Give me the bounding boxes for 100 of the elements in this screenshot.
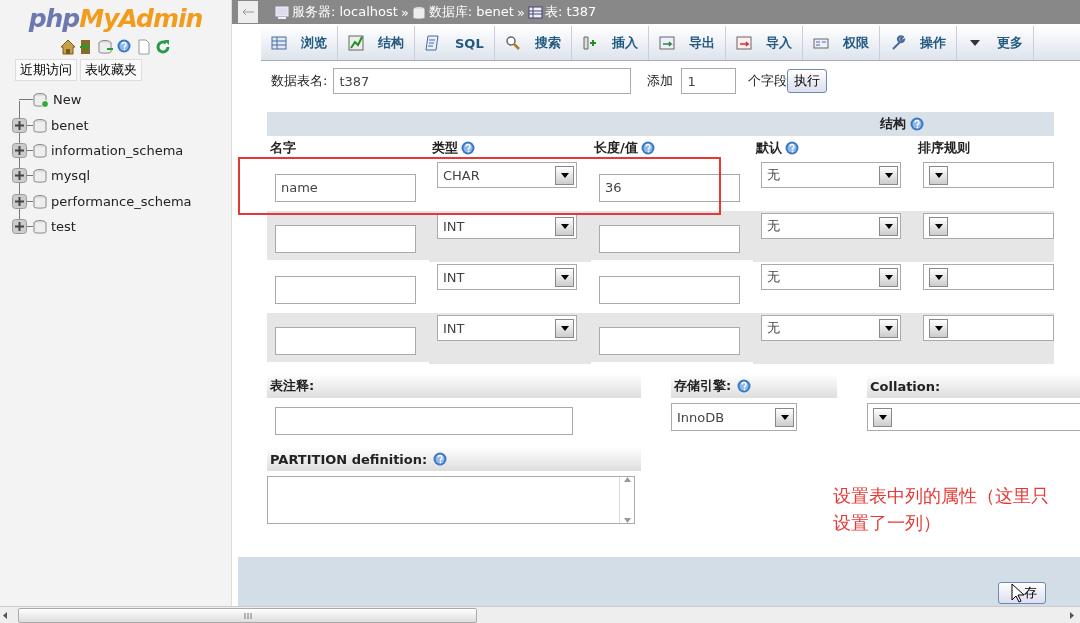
search-icon xyxy=(504,35,521,51)
database-icon xyxy=(33,193,47,209)
nav-tab[interactable]: 插入 xyxy=(571,26,649,60)
database-icon xyxy=(33,117,47,133)
length-field[interactable] xyxy=(599,275,740,304)
insert-icon xyxy=(581,35,598,51)
column-name-field[interactable]: name xyxy=(275,173,416,202)
refresh-icon xyxy=(155,39,171,55)
caret-icon xyxy=(878,414,887,420)
column-header: 类型 xyxy=(432,139,458,157)
caret-icon xyxy=(884,274,893,280)
cursor-icon xyxy=(1011,583,1025,603)
database-icon xyxy=(98,39,114,55)
go-button[interactable]: 执行 xyxy=(787,69,828,93)
section-heading: Collation: xyxy=(870,378,941,394)
nav-tab[interactable]: 更多 xyxy=(956,26,1034,60)
import-icon xyxy=(735,35,752,51)
table-name-field[interactable]: t387 xyxy=(333,68,632,94)
length-field[interactable]: 36 xyxy=(599,173,740,202)
column-name-field[interactable] xyxy=(275,326,416,355)
dropdown[interactable]: 无 xyxy=(761,162,901,188)
nav-tab[interactable]: SQL xyxy=(415,26,495,60)
dropdown[interactable]: 无 xyxy=(761,213,901,239)
dropdown[interactable] xyxy=(923,264,1054,290)
dropdown[interactable]: INT xyxy=(437,264,577,290)
dropdown[interactable]: InnoDB xyxy=(671,403,797,431)
sidebar-tab[interactable]: 表收藏夹 xyxy=(80,59,142,81)
column-header: 名字 xyxy=(270,139,296,157)
database-icon xyxy=(33,168,47,184)
nav-tab[interactable]: 搜索 xyxy=(494,26,572,60)
dropdown[interactable]: INT xyxy=(437,315,577,341)
dropdown[interactable]: CHAR xyxy=(437,162,577,188)
caret-icon xyxy=(884,223,893,229)
dropdown[interactable] xyxy=(867,403,1080,431)
nav-tab[interactable]: 结构 xyxy=(338,26,415,60)
dropdown[interactable] xyxy=(923,315,1054,341)
caret-icon xyxy=(560,274,569,280)
caret-icon xyxy=(934,172,943,178)
expand-icon[interactable] xyxy=(12,193,27,209)
expand-icon[interactable] xyxy=(12,142,27,158)
database-name[interactable]: performance_schema xyxy=(51,193,192,209)
scroll-right-arrow-icon[interactable] xyxy=(1069,612,1074,619)
chart-icon xyxy=(348,35,364,51)
database-name[interactable]: test xyxy=(51,219,76,235)
help-icon xyxy=(433,452,448,466)
section-heading: 表注释: xyxy=(270,377,315,395)
length-field[interactable] xyxy=(599,224,740,253)
breadcrumb-link[interactable]: 表: t387 xyxy=(544,3,597,21)
expand-icon[interactable] xyxy=(12,117,27,133)
dropdown[interactable]: 无 xyxy=(761,315,901,341)
database-name[interactable]: New xyxy=(53,92,82,108)
nav-tab[interactable]: 操作 xyxy=(879,26,957,60)
dropdown[interactable]: 无 xyxy=(761,264,901,290)
caret-icon xyxy=(934,223,943,229)
annotation-text: 设置表中列的属性（这里只设置了一列） xyxy=(833,484,1050,535)
logo-text: php xyxy=(28,4,80,33)
caret-icon xyxy=(560,325,569,331)
column-name-field[interactable] xyxy=(275,275,416,304)
expand-icon[interactable] xyxy=(12,219,27,235)
scroll-up-arrow-icon xyxy=(623,477,631,482)
sidebar-tab[interactable]: 近期访问 xyxy=(15,59,77,81)
help-icon xyxy=(117,39,133,55)
expand-icon[interactable] xyxy=(12,168,27,184)
database-name[interactable]: mysql xyxy=(51,168,90,184)
dropdown[interactable]: INT xyxy=(437,213,577,239)
database-name[interactable]: information_schema xyxy=(51,142,184,158)
partition-text-area[interactable] xyxy=(267,476,635,524)
nav-tab[interactable]: 浏览 xyxy=(261,26,338,60)
breadcrumb-link[interactable]: 数据库: benet xyxy=(428,3,514,21)
home-icon xyxy=(60,39,76,55)
caret-icon xyxy=(884,172,893,178)
column-name-field[interactable] xyxy=(275,224,416,253)
caret-icon xyxy=(934,274,943,280)
database-name[interactable]: benet xyxy=(51,117,89,133)
length-field[interactable] xyxy=(599,326,740,355)
breadcrumb-separator: » xyxy=(516,4,525,20)
caret-icon xyxy=(934,325,943,331)
nav-tab[interactable]: 权限 xyxy=(802,26,880,60)
breadcrumb-link[interactable]: 服务器: localhost xyxy=(292,3,398,21)
dropdown[interactable] xyxy=(923,213,1054,239)
nav-tab[interactable]: 导入 xyxy=(725,26,803,60)
database-icon xyxy=(33,142,47,158)
column-count-field[interactable]: 1 xyxy=(681,68,737,94)
scrollbar-thumb[interactable] xyxy=(18,608,477,623)
caret-icon xyxy=(560,223,569,229)
comment-field[interactable] xyxy=(275,407,573,435)
dropdown[interactable] xyxy=(923,162,1054,188)
column-header: 长度/值 xyxy=(594,139,638,157)
scroll-down-arrow-icon xyxy=(623,518,631,523)
field-label: 个字段 xyxy=(748,72,788,90)
nav-tab[interactable]: 导出 xyxy=(648,26,726,60)
column-header: 默认 xyxy=(756,139,782,157)
column-header: 排序规则 xyxy=(918,139,970,157)
scroll-left-arrow-icon[interactable] xyxy=(2,612,7,619)
new-database-icon xyxy=(33,91,49,108)
monitor-icon xyxy=(275,4,290,20)
field-label: 数据表名: xyxy=(271,72,328,90)
field-label: 添加 xyxy=(647,72,674,90)
document-icon xyxy=(136,39,152,55)
section-heading: 存储引擎: xyxy=(674,377,732,395)
